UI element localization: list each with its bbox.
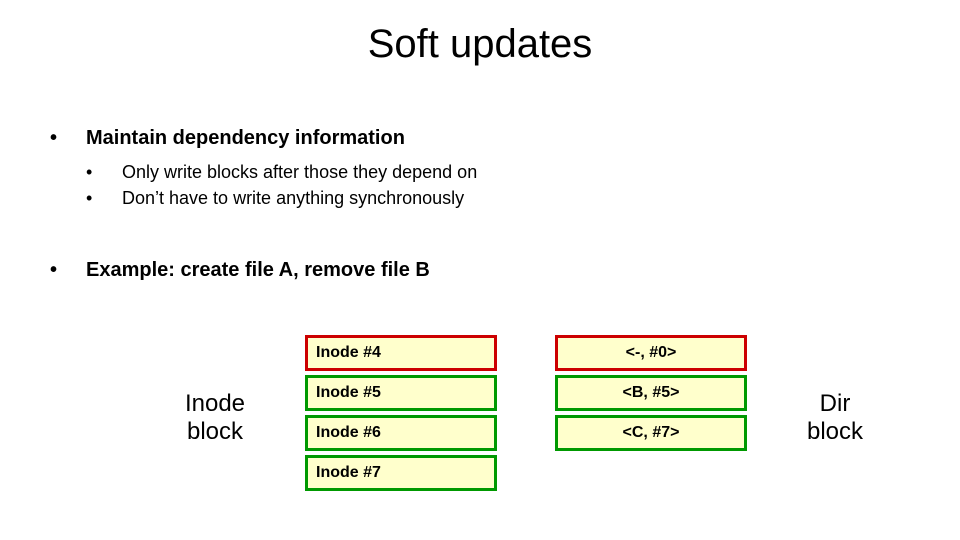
dir-column: <-, #0> <B, #5> <C, #7>	[555, 335, 747, 455]
slide: Soft updates Maintain dependency informa…	[0, 0, 960, 540]
label-line: block	[807, 418, 863, 445]
dir-cell: <C, #7>	[555, 415, 747, 451]
slide-title: Soft updates	[0, 22, 960, 67]
spacer	[60, 213, 890, 257]
inode-cell: Inode #4	[305, 335, 497, 371]
label-line: Dir	[820, 390, 851, 417]
inode-cell: Inode #5	[305, 375, 497, 411]
bullet-l2: Only write blocks after those they depen…	[60, 160, 890, 184]
inode-cell: Inode #6	[305, 415, 497, 451]
dir-cell: <B, #5>	[555, 375, 747, 411]
inode-column: Inode #4 Inode #5 Inode #6 Inode #7	[305, 335, 497, 495]
bullet-list: Maintain dependency information Only wri…	[60, 125, 890, 292]
inode-cell: Inode #7	[305, 455, 497, 491]
dir-block-label: Dir block	[790, 390, 880, 445]
inode-block-label: Inode block	[170, 390, 260, 445]
label-line: Inode	[185, 390, 245, 417]
dir-cell: <-, #0>	[555, 335, 747, 371]
bullet-l1: Example: create file A, remove file B	[60, 257, 890, 284]
bullet-l1: Maintain dependency information	[60, 125, 890, 152]
label-line: block	[187, 418, 243, 445]
bullet-l2: Don’t have to write anything synchronous…	[60, 186, 890, 210]
